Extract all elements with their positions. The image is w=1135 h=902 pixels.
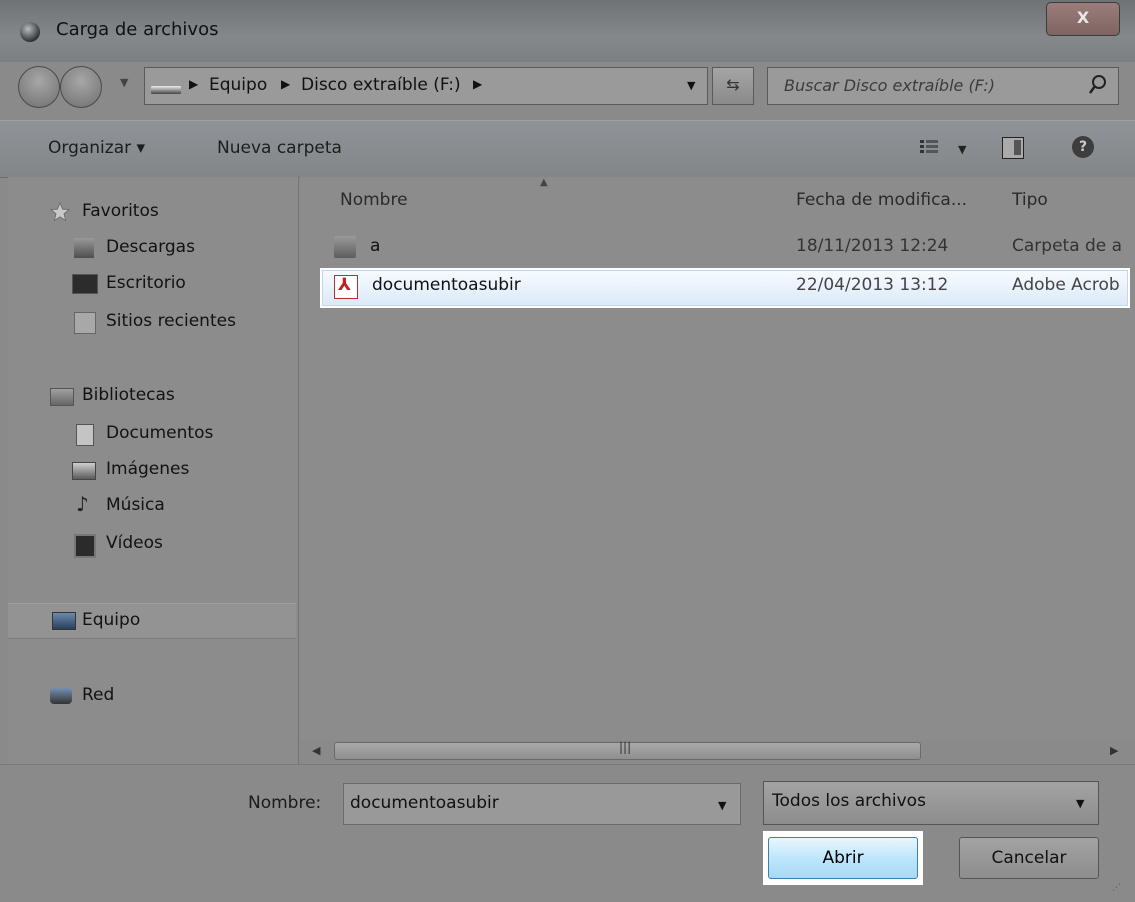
file-row-documentoasubir[interactable]: documentoasubir 22/04/2013 13:12 Adobe A… xyxy=(320,268,1130,308)
search-icon[interactable] xyxy=(1088,74,1108,96)
recent-places-icon xyxy=(74,312,96,334)
nav-item-sitios-recientes[interactable]: Sitios recientes xyxy=(8,305,296,339)
breadcrumb-drive[interactable]: Disco extraíble (F:) xyxy=(301,75,461,95)
nav-label-equipo: Equipo xyxy=(82,610,141,630)
title-bar: Carga de archivos X xyxy=(0,0,1135,62)
nav-item-imagenes[interactable]: Imágenes xyxy=(8,453,296,487)
file-type: Carpeta de a xyxy=(1012,236,1123,256)
recent-locations-dropdown[interactable]: ▼ xyxy=(120,76,130,89)
search-box[interactable]: Buscar Disco extraíble (F:) xyxy=(767,67,1119,105)
organize-button[interactable]: Organizar ▾ xyxy=(48,138,145,158)
libraries-icon xyxy=(50,388,74,406)
cancel-button[interactable]: Cancelar xyxy=(959,837,1099,879)
command-toolbar: Organizar ▾ Nueva carpeta ▼ ? xyxy=(0,120,1135,178)
drive-icon xyxy=(151,86,181,94)
file-type: Adobe Acrob xyxy=(1012,275,1120,295)
window-title: Carga de archivos xyxy=(56,19,219,40)
file-type-filter[interactable]: Todos los archivos ▼ xyxy=(763,781,1099,825)
nav-label-musica: Música xyxy=(106,495,165,515)
filename-value[interactable]: documentoasubir xyxy=(350,793,499,813)
views-icon[interactable] xyxy=(920,139,938,155)
music-note-icon: ♪ xyxy=(76,492,89,516)
nav-label-libraries: Bibliotecas xyxy=(82,385,175,405)
file-name: a xyxy=(370,236,381,256)
nav-item-videos[interactable]: Vídeos xyxy=(8,527,296,561)
computer-icon xyxy=(52,612,76,630)
file-date: 22/04/2013 13:12 xyxy=(796,275,949,295)
nav-label-descargas: Descargas xyxy=(106,237,195,257)
filename-field[interactable]: documentoasubir ▼ xyxy=(343,783,741,825)
open-button[interactable]: Abrir xyxy=(768,837,918,879)
help-icon[interactable]: ? xyxy=(1072,136,1094,158)
back-button[interactable] xyxy=(18,66,60,108)
address-dropdown-icon[interactable]: ▼ xyxy=(687,79,695,92)
nav-label-red: Red xyxy=(82,685,115,705)
folder-icon xyxy=(334,236,356,258)
forward-button[interactable] xyxy=(60,66,102,108)
nav-group-libraries[interactable]: Bibliotecas xyxy=(8,379,296,413)
app-icon xyxy=(20,22,40,42)
dialog-footer: Nombre: documentoasubir ▼ Todos los arch… xyxy=(0,764,1135,902)
scrollbar-grip-icon: ||| xyxy=(619,740,632,754)
nav-item-escritorio[interactable]: Escritorio xyxy=(8,267,296,301)
new-folder-button[interactable]: Nueva carpeta xyxy=(217,138,342,158)
open-button-highlight: Abrir xyxy=(763,831,923,885)
refresh-button[interactable]: ⇆ xyxy=(712,67,754,105)
filter-dropdown-icon[interactable]: ▼ xyxy=(1076,797,1084,810)
column-header-date[interactable]: Fecha de modifica... xyxy=(796,190,967,210)
desktop-icon xyxy=(72,274,98,294)
views-dropdown-icon[interactable]: ▼ xyxy=(958,143,966,156)
downloads-folder-icon xyxy=(74,238,94,258)
filename-dropdown-icon[interactable]: ▼ xyxy=(718,799,726,812)
preview-pane-icon[interactable] xyxy=(1002,137,1024,159)
pdf-icon xyxy=(334,275,358,299)
nav-item-documentos[interactable]: Documentos xyxy=(8,417,296,451)
scroll-left-icon[interactable]: ◀ xyxy=(312,744,320,757)
file-date: 18/11/2013 12:24 xyxy=(796,236,949,256)
file-open-dialog: Carga de archivos X ▼ ▶ Equipo ▶ Disco e… xyxy=(0,0,1135,902)
column-header-type[interactable]: Tipo xyxy=(1012,190,1048,210)
pictures-icon xyxy=(72,462,96,480)
nav-label-escritorio: Escritorio xyxy=(106,273,186,293)
nav-label-documentos: Documentos xyxy=(106,423,214,443)
horizontal-scrollbar[interactable]: ◀ ||| ▶ xyxy=(300,740,1135,762)
network-icon xyxy=(50,688,72,704)
filter-value: Todos los archivos xyxy=(772,791,926,811)
file-name: documentoasubir xyxy=(372,275,521,295)
breadcrumb-separator-icon[interactable]: ▶ xyxy=(189,77,198,91)
resize-grip-icon[interactable]: ⋰ xyxy=(1112,883,1126,897)
nav-item-musica[interactable]: ♪ Música xyxy=(8,489,296,523)
column-header-name[interactable]: Nombre xyxy=(340,190,408,210)
close-button[interactable]: X xyxy=(1046,2,1120,36)
sort-ascending-icon: ▲ xyxy=(540,177,548,188)
nav-label-imagenes: Imágenes xyxy=(106,459,190,479)
search-input[interactable]: Buscar Disco extraíble (F:) xyxy=(784,76,995,95)
file-row-a[interactable]: a 18/11/2013 12:24 Carpeta de a xyxy=(320,229,1135,265)
breadcrumb-separator-icon[interactable]: ▶ xyxy=(281,77,290,91)
file-list: ▲ Nombre Fecha de modifica... Tipo a 18/… xyxy=(300,177,1135,740)
nav-label-favorites: Favoritos xyxy=(82,201,159,221)
scrollbar-thumb[interactable]: ||| xyxy=(334,740,921,760)
breadcrumb-equipo[interactable]: Equipo xyxy=(209,75,267,95)
nav-item-descargas[interactable]: Descargas xyxy=(8,231,296,265)
nav-item-equipo[interactable]: Equipo xyxy=(8,603,296,639)
nav-item-red[interactable]: Red xyxy=(8,679,296,713)
videos-icon xyxy=(74,534,96,558)
nav-group-favorites[interactable]: Favoritos xyxy=(8,195,296,229)
scroll-right-icon[interactable]: ▶ xyxy=(1110,744,1118,757)
documents-icon xyxy=(76,424,94,446)
filename-label: Nombre: xyxy=(248,793,322,813)
navigation-pane: Favoritos Descargas Escritorio Sitios re… xyxy=(8,177,299,764)
address-bar[interactable]: ▶ Equipo ▶ Disco extraíble (F:) ▶ ▼ xyxy=(144,67,708,105)
breadcrumb-separator-icon[interactable]: ▶ xyxy=(473,77,482,91)
nav-label-sitios-recientes: Sitios recientes xyxy=(106,311,236,331)
star-icon xyxy=(50,202,70,222)
nav-label-videos: Vídeos xyxy=(106,533,163,553)
